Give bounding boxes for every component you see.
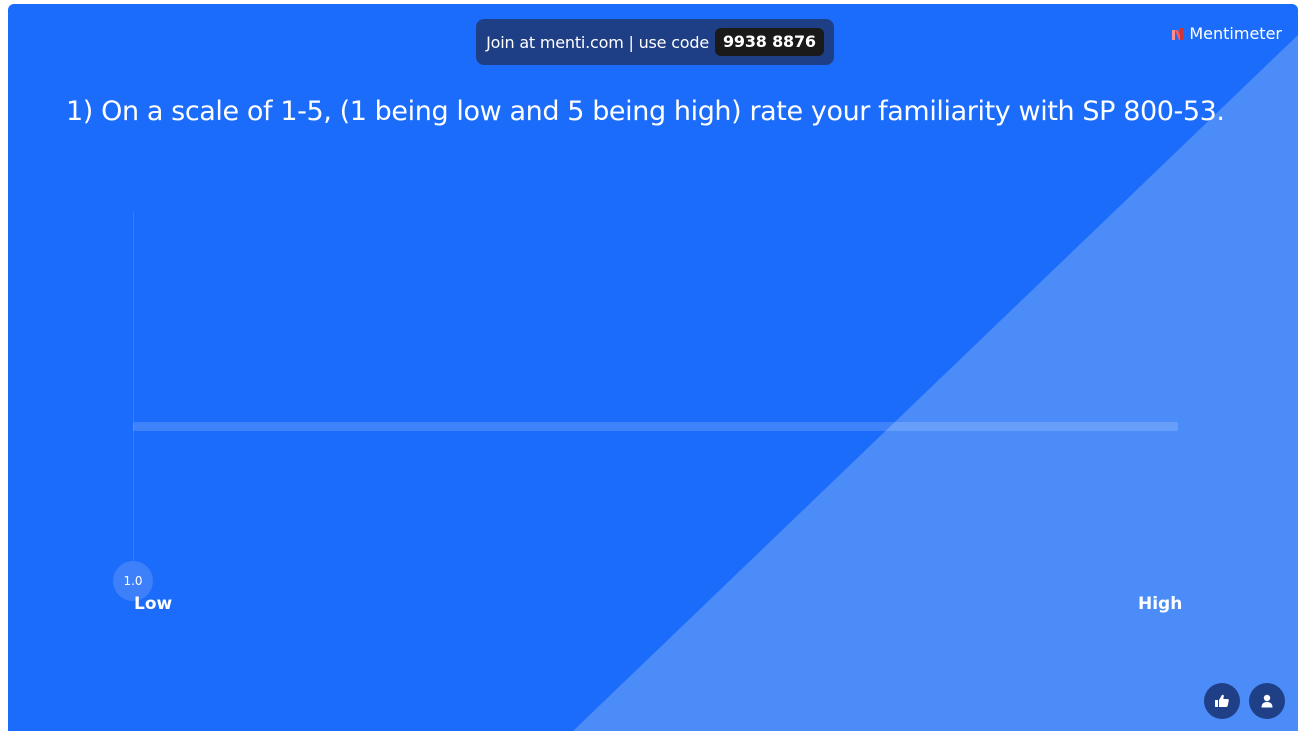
- scale-track: [133, 422, 1178, 431]
- brand-name: Mentimeter: [1189, 24, 1282, 43]
- join-instructions-text: Join at menti.com | use code: [486, 32, 709, 52]
- person-icon: [1261, 694, 1273, 708]
- reactions-button[interactable]: [1204, 683, 1240, 719]
- thumbs-up-icon: [1215, 694, 1229, 707]
- presentation-slide: Join at menti.com | use code 9938 8876 M…: [8, 4, 1298, 731]
- question-title: 1) On a scale of 1-5, (1 being low and 5…: [66, 96, 1225, 127]
- scale-vertical-axis: [133, 212, 134, 580]
- join-instructions-banner: Join at menti.com | use code 9938 8876: [476, 19, 834, 65]
- scale-min-label: Low: [134, 594, 173, 614]
- voting-code: 9938 8876: [715, 28, 824, 56]
- brand-logo: Mentimeter: [1172, 24, 1282, 43]
- audience-button[interactable]: [1249, 683, 1285, 719]
- scale-max-label: High: [1138, 594, 1183, 614]
- mentimeter-logo-icon: [1172, 27, 1184, 40]
